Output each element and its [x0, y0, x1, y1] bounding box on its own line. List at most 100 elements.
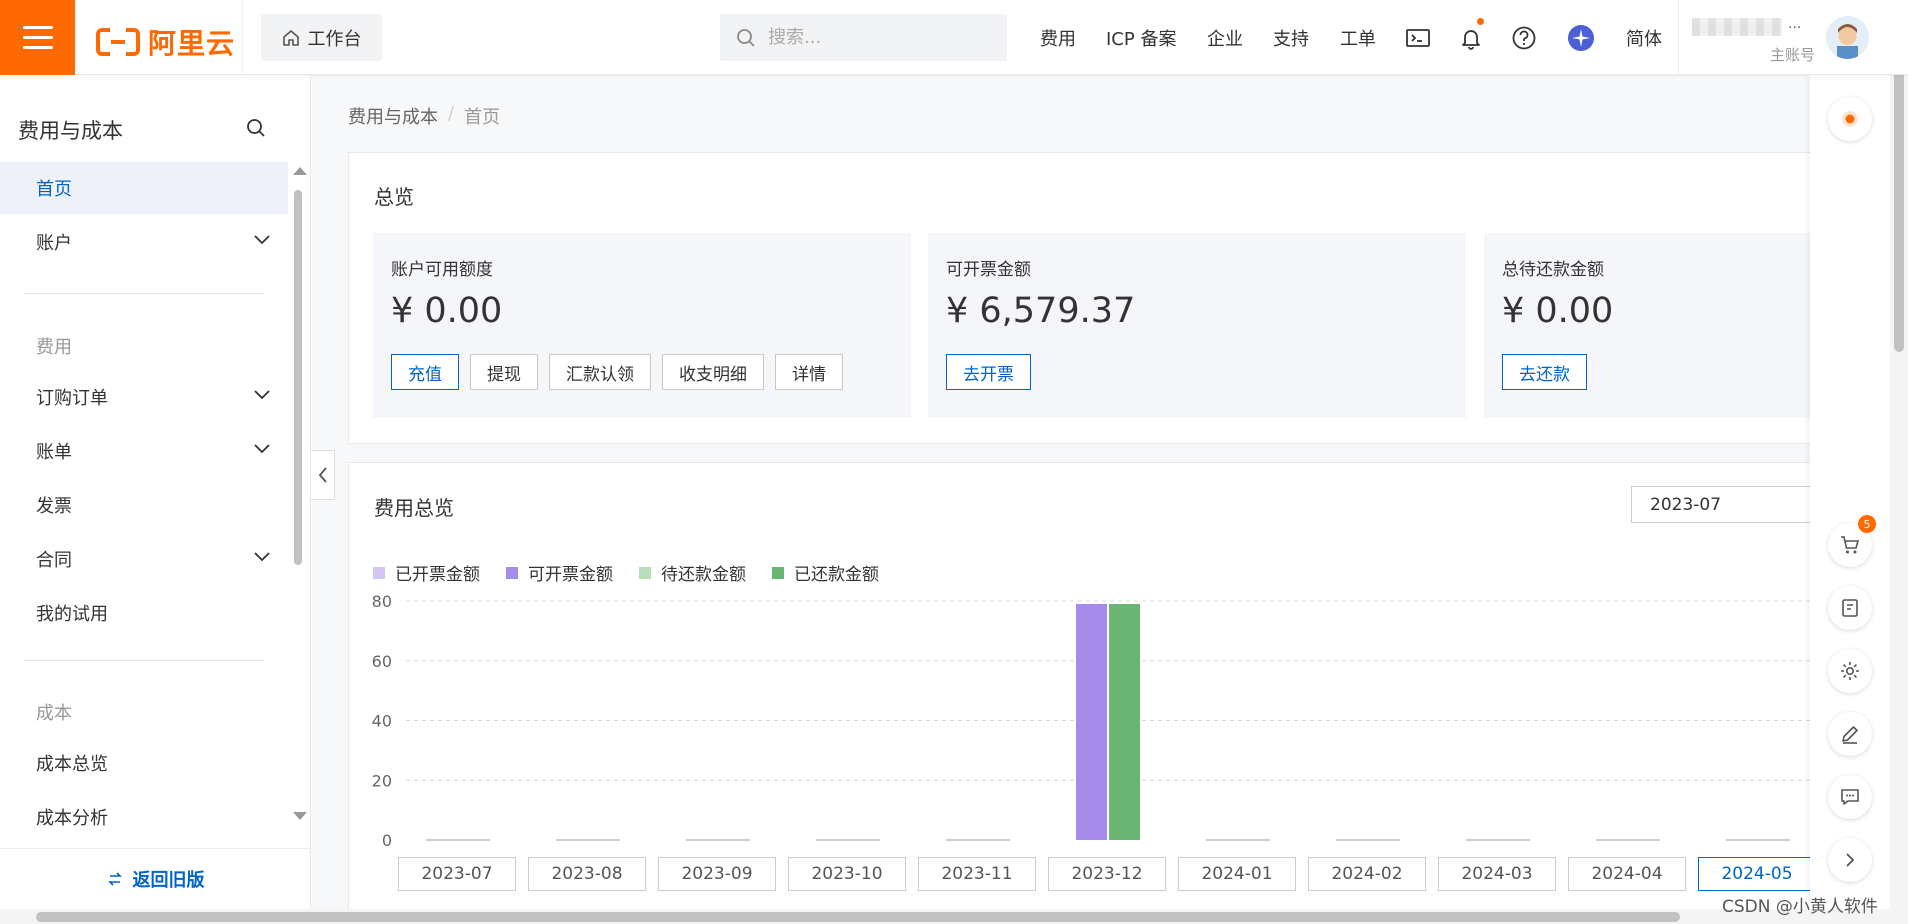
y-tick-label: 80	[372, 592, 392, 611]
sidebar-search-icon[interactable]	[246, 118, 266, 138]
edit-button[interactable]	[1828, 712, 1872, 756]
fee-bar-chart: 0 20 40 60 80	[372, 592, 1810, 850]
nav-fee[interactable]: 费用	[1040, 0, 1076, 75]
account-name-blurred	[1692, 18, 1782, 36]
sidebar-item-account[interactable]: 账户	[0, 216, 288, 268]
sidebar-item-label: 成本总览	[36, 754, 108, 775]
chevron-down-icon	[254, 390, 270, 400]
scrollbar-thumb[interactable]	[36, 912, 1680, 922]
sidebar-item-label: 账户	[36, 233, 72, 254]
sidebar-item-cost-overview[interactable]: 成本总览	[0, 737, 288, 789]
balance-label: 账户可用额度	[391, 260, 493, 280]
settings-button[interactable]	[1828, 649, 1872, 693]
aliyun-logo[interactable]: 阿里云	[96, 22, 235, 62]
fee-overview-title: 费用总览	[374, 496, 454, 520]
remittance-claim-button[interactable]: 汇款认领	[549, 354, 651, 390]
language-switch[interactable]: 简体	[1626, 0, 1662, 75]
cart-button[interactable]: 5	[1828, 515, 1876, 567]
legend-item[interactable]: 可开票金额	[506, 560, 613, 585]
x-axis-month[interactable]: 2024-05	[1698, 857, 1816, 891]
month-picker[interactable]: 2023-07	[1631, 486, 1811, 523]
nav-support[interactable]: 支持	[1273, 0, 1309, 75]
details-button[interactable]: 详情	[775, 354, 843, 390]
sidebar-collapse-button[interactable]	[311, 450, 335, 500]
recharge-button[interactable]: 充值	[391, 354, 459, 390]
nav-enterprise[interactable]: 企业	[1207, 0, 1243, 75]
avatar[interactable]	[1826, 16, 1869, 59]
chart-bar[interactable]	[1109, 603, 1140, 840]
transactions-button[interactable]: 收支明细	[662, 354, 764, 390]
issue-invoice-button[interactable]: 去开票	[946, 354, 1031, 390]
sidebar-item-cost-analysis[interactable]: 成本分析	[0, 791, 288, 843]
notification-dot	[1477, 18, 1484, 25]
x-axis-month[interactable]: 2024-03	[1438, 857, 1556, 891]
x-axis-month[interactable]: 2023-07	[398, 857, 516, 891]
x-axis-month[interactable]: 2024-01	[1178, 857, 1296, 891]
legend-label: 已还款金额	[794, 565, 879, 585]
page-vertical-scrollbar[interactable]	[1890, 0, 1908, 909]
search-box[interactable]	[720, 14, 1007, 61]
invoiceable-panel: 可开票金额 ¥ 6,579.37 去开票	[928, 233, 1466, 418]
sidebar-title: 费用与成本	[18, 119, 123, 143]
logo-text: 阿里云	[148, 27, 236, 60]
scrollbar-thumb[interactable]	[294, 190, 302, 565]
x-axis-month[interactable]: 2024-04	[1568, 857, 1686, 891]
account-menu[interactable]: ... 主账号	[1680, 12, 1815, 67]
legend-item[interactable]: 已还款金额	[772, 560, 879, 585]
divider	[24, 660, 265, 661]
x-axis-month[interactable]: 2024-02	[1308, 857, 1426, 891]
search-input[interactable]	[768, 27, 988, 48]
x-axis-month[interactable]: 2023-11	[918, 857, 1036, 891]
feedback-button[interactable]	[1828, 775, 1872, 819]
x-axis-month[interactable]: 2023-09	[658, 857, 776, 891]
scrollbar-thumb[interactable]	[1894, 32, 1904, 352]
menu-icon[interactable]	[0, 0, 75, 75]
expand-button[interactable]	[1828, 838, 1872, 882]
repay-button[interactable]: 去还款	[1502, 354, 1587, 390]
x-axis-month[interactable]: 2023-08	[528, 857, 646, 891]
help-icon[interactable]	[1510, 24, 1538, 52]
terminal-icon[interactable]	[1404, 24, 1432, 52]
sidebar-item-trial[interactable]: 我的试用	[0, 587, 288, 639]
workbench-button[interactable]: 工作台	[261, 14, 382, 61]
return-old-version-label: 返回旧版	[132, 870, 205, 891]
invoiceable-amount: ¥ 6,579.37	[946, 291, 1136, 331]
breadcrumb-root[interactable]: 费用与成本	[348, 103, 438, 129]
page-horizontal-scrollbar[interactable]	[0, 909, 1908, 924]
x-axis-month[interactable]: 2023-12	[1048, 857, 1166, 891]
sidebar-item-label: 合同	[36, 550, 72, 571]
sidebar-item-bills[interactable]: 账单	[0, 425, 288, 477]
cart-icon	[1841, 536, 1860, 554]
chat-icon	[1841, 789, 1859, 805]
pencil-icon	[1842, 726, 1858, 744]
gear-icon	[1841, 662, 1859, 680]
sidebar-scrollbar[interactable]	[291, 165, 307, 820]
ai-assistant-icon[interactable]	[1567, 24, 1595, 52]
legend-item[interactable]: 已开票金额	[373, 560, 480, 585]
x-axis-month[interactable]: 2023-10	[788, 857, 906, 891]
month-picker-value: 2023-07	[1650, 494, 1722, 515]
withdraw-button[interactable]: 提现	[470, 354, 538, 390]
legend-label: 可开票金额	[528, 565, 613, 585]
nav-icp[interactable]: ICP 备案	[1106, 0, 1176, 75]
ticket-button[interactable]	[1828, 586, 1872, 630]
legend-item[interactable]: 待还款金额	[639, 560, 746, 585]
sidebar-item-home[interactable]: 首页	[0, 162, 288, 214]
sidebar-item-invoice[interactable]: 发票	[0, 479, 288, 531]
sidebar-item-contract[interactable]: 合同	[0, 533, 288, 585]
status-icon[interactable]	[1828, 97, 1872, 141]
scroll-up-icon[interactable]	[293, 167, 307, 175]
invoiceable-label: 可开票金额	[946, 260, 1031, 280]
chart-bar[interactable]	[1076, 603, 1107, 840]
y-tick-label: 60	[372, 652, 392, 671]
y-tick-label: 20	[372, 771, 392, 790]
sidebar-item-label: 成本分析	[36, 808, 108, 829]
switch-icon	[107, 872, 122, 886]
nav-ticket[interactable]: 工单	[1340, 0, 1376, 75]
scroll-down-icon[interactable]	[293, 812, 307, 820]
return-old-version-button[interactable]: 返回旧版	[0, 848, 311, 909]
breadcrumb: 费用与成本 / 首页	[348, 103, 500, 129]
bell-icon[interactable]	[1457, 24, 1485, 52]
sidebar-item-orders[interactable]: 订购订单	[0, 371, 288, 423]
avatar-image	[1826, 16, 1869, 59]
